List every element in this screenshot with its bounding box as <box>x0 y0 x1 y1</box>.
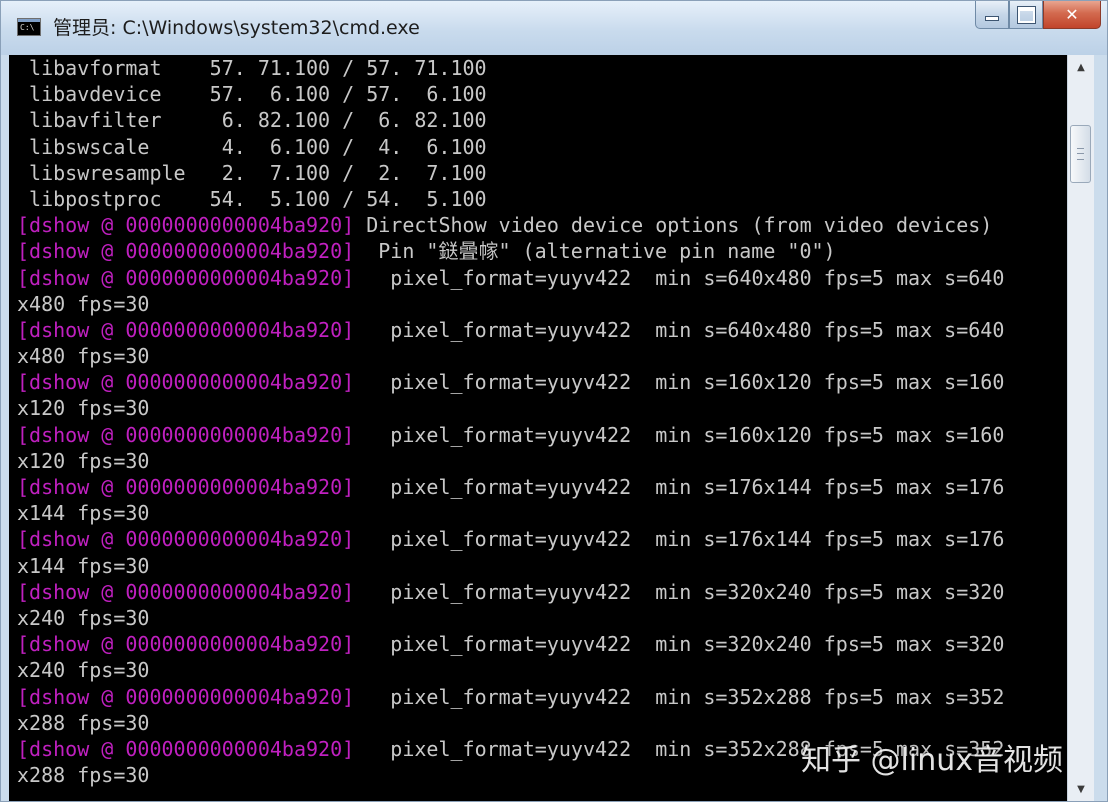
console-line: x120 fps=30 <box>17 448 1067 474</box>
log-text: Pin "鎹曡幏" (alternative pin name "0") <box>366 239 836 264</box>
log-text: x120 fps=30 <box>17 448 150 473</box>
log-text: x480 fps=30 <box>17 344 150 369</box>
grip-icon <box>1077 148 1084 160</box>
log-text: pixel_format=yuyv422 min s=160x120 fps=5… <box>366 370 1005 395</box>
console-line: [dshow @ 0000000000004ba920] Pin "鎹曡幏" (… <box>17 238 1067 264</box>
window-frame-right <box>1094 55 1107 801</box>
log-text: pixel_format=yuyv422 min s=640x480 fps=5… <box>366 265 1005 290</box>
log-text: pixel_format=yuyv422 min s=640x480 fps=5… <box>366 317 1005 342</box>
log-text: x240 fps=30 <box>17 658 150 683</box>
maximize-icon <box>1016 5 1036 24</box>
console-line: libavfilter 6. 82.100 / 6. 82.100 <box>17 107 1067 133</box>
minimize-button[interactable] <box>975 1 1009 29</box>
console-line: [dshow @ 0000000000004ba920] pixel_forma… <box>17 265 1067 291</box>
log-text: pixel_format=yuyv422 min s=176x144 fps=5… <box>366 527 1005 552</box>
console-line: [dshow @ 0000000000004ba920] pixel_forma… <box>17 369 1067 395</box>
cmd-icon[interactable]: C:\ <box>17 18 41 36</box>
console-line: x480 fps=30 <box>17 291 1067 317</box>
log-text: pixel_format=yuyv422 min s=320x240 fps=5… <box>366 579 1005 604</box>
console-line: [dshow @ 0000000000004ba920] DirectShow … <box>17 212 1067 238</box>
console-lines: libavformat 57. 71.100 / 57. 71.100 liba… <box>17 55 1067 788</box>
console-line: libpostproc 54. 5.100 / 54. 5.100 <box>17 186 1067 212</box>
console-line: libavdevice 57. 6.100 / 57. 6.100 <box>17 81 1067 107</box>
scrollbar-thumb[interactable] <box>1070 125 1091 183</box>
console-line: x480 fps=30 <box>17 343 1067 369</box>
log-text: x480 fps=30 <box>17 291 150 316</box>
title-bar[interactable]: C:\ 管理员: C:\Windows\system32\cmd.exe ✕ <box>1 1 1107 55</box>
cmd-window: C:\ 管理员: C:\Windows\system32\cmd.exe ✕ l… <box>0 0 1108 802</box>
log-text: libpostproc 54. 5.100 / 54. 5.100 <box>17 186 487 211</box>
log-prefix: [dshow @ 0000000000004ba920] <box>17 317 367 342</box>
console-line: libavformat 57. 71.100 / 57. 71.100 <box>17 55 1067 81</box>
vertical-scrollbar[interactable]: ▲ ▼ <box>1067 55 1094 801</box>
log-text: DirectShow video device options (from vi… <box>366 213 993 238</box>
log-text: x288 fps=30 <box>17 763 150 788</box>
console-line: [dshow @ 0000000000004ba920] pixel_forma… <box>17 631 1067 657</box>
scroll-down-button[interactable]: ▼ <box>1071 781 1091 799</box>
log-text: pixel_format=yuyv422 min s=352x288 fps=5… <box>366 684 1005 709</box>
log-text: x288 fps=30 <box>17 710 150 735</box>
console-line: libswscale 4. 6.100 / 4. 6.100 <box>17 134 1067 160</box>
console-line: [dshow @ 0000000000004ba920] pixel_forma… <box>17 579 1067 605</box>
log-prefix: [dshow @ 0000000000004ba920] <box>17 579 367 604</box>
log-prefix: [dshow @ 0000000000004ba920] <box>17 213 367 238</box>
log-prefix: [dshow @ 0000000000004ba920] <box>17 527 367 552</box>
console-line: x120 fps=30 <box>17 395 1067 421</box>
log-prefix: [dshow @ 0000000000004ba920] <box>17 632 367 657</box>
console-line: x144 fps=30 <box>17 553 1067 579</box>
log-text: libavfilter 6. 82.100 / 6. 82.100 <box>17 108 487 133</box>
log-prefix: [dshow @ 0000000000004ba920] <box>17 736 367 761</box>
log-text: pixel_format=yuyv422 min s=160x120 fps=5… <box>366 422 1005 447</box>
console-line: x144 fps=30 <box>17 500 1067 526</box>
log-text: libswresample 2. 7.100 / 2. 7.100 <box>17 160 487 185</box>
console-line: [dshow @ 0000000000004ba920] pixel_forma… <box>17 317 1067 343</box>
console-line: x240 fps=30 <box>17 605 1067 631</box>
log-prefix: [dshow @ 0000000000004ba920] <box>17 239 367 264</box>
close-button[interactable]: ✕ <box>1043 1 1101 29</box>
window-controls: ✕ <box>975 1 1101 31</box>
log-prefix: [dshow @ 0000000000004ba920] <box>17 684 367 709</box>
console-line: x288 fps=30 <box>17 710 1067 736</box>
log-prefix: [dshow @ 0000000000004ba920] <box>17 475 367 499</box>
log-text: libavformat 57. 71.100 / 57. 71.100 <box>17 56 487 80</box>
console-line: libswresample 2. 7.100 / 2. 7.100 <box>17 160 1067 186</box>
watermark: 知乎 @linux音视频 <box>801 743 1063 778</box>
log-prefix: [dshow @ 0000000000004ba920] <box>17 370 367 395</box>
maximize-button[interactable] <box>1009 1 1043 29</box>
log-text: libavdevice 57. 6.100 / 57. 6.100 <box>17 82 487 107</box>
log-text: x240 fps=30 <box>17 605 150 630</box>
console-line: [dshow @ 0000000000004ba920] pixel_forma… <box>17 684 1067 710</box>
minimize-icon <box>985 16 999 21</box>
scroll-up-icon: ▲ <box>1077 62 1085 73</box>
console-output[interactable]: libavformat 57. 71.100 / 57. 71.100 liba… <box>9 55 1067 801</box>
log-text: pixel_format=yuyv422 min s=320x240 fps=5… <box>366 632 1005 657</box>
log-text: x144 fps=30 <box>17 501 150 526</box>
log-text: x144 fps=30 <box>17 553 150 578</box>
window-title: 管理员: C:\Windows\system32\cmd.exe <box>53 17 420 39</box>
console-line: x240 fps=30 <box>17 657 1067 683</box>
scroll-down-icon: ▼ <box>1077 784 1085 795</box>
scroll-up-button[interactable]: ▲ <box>1071 59 1091 77</box>
close-icon: ✕ <box>1065 5 1079 24</box>
console-line: [dshow @ 0000000000004ba920] pixel_forma… <box>17 474 1067 500</box>
log-text: x120 fps=30 <box>17 396 150 421</box>
log-prefix: [dshow @ 0000000000004ba920] <box>17 422 367 447</box>
log-prefix: [dshow @ 0000000000004ba920] <box>17 265 367 290</box>
console-line: [dshow @ 0000000000004ba920] pixel_forma… <box>17 422 1067 448</box>
log-text: pixel_format=yuyv422 min s=176x144 fps=5… <box>366 475 1005 499</box>
console-line: [dshow @ 0000000000004ba920] pixel_forma… <box>17 526 1067 552</box>
log-text: libswscale 4. 6.100 / 4. 6.100 <box>17 134 487 159</box>
